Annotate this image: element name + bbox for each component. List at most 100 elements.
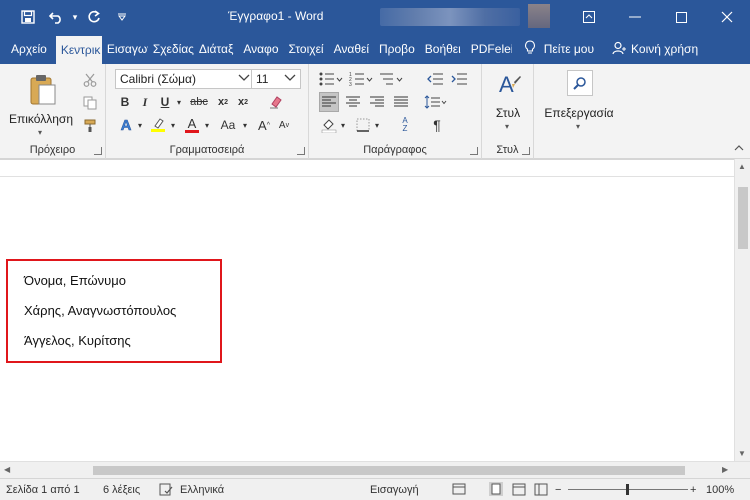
web-layout-icon[interactable] xyxy=(512,483,526,499)
font-dialog-launcher-icon[interactable] xyxy=(297,147,305,155)
customize-qat-icon[interactable] xyxy=(108,6,136,28)
underline-button[interactable]: U xyxy=(156,92,174,112)
paragraph-dialog-launcher-icon[interactable] xyxy=(470,147,478,155)
tell-me-search[interactable]: Πείτε μου xyxy=(512,34,604,64)
vertical-scroll-thumb[interactable] xyxy=(738,187,748,249)
tab-layout[interactable]: Διάταξ xyxy=(194,34,239,64)
borders-dropdown-icon[interactable]: ▾ xyxy=(372,115,382,135)
redo-icon[interactable] xyxy=(80,6,108,28)
shading-icon[interactable] xyxy=(319,115,339,135)
tab-design[interactable]: Σχεδίας xyxy=(148,34,194,64)
highlight-dropdown-icon[interactable]: ▾ xyxy=(168,115,178,135)
zoom-in-button[interactable]: + xyxy=(690,484,696,496)
superscript-button[interactable]: x2 xyxy=(234,92,252,112)
bullets-icon[interactable] xyxy=(317,69,345,89)
change-case-button[interactable]: Aa xyxy=(216,115,240,135)
language-indicator[interactable]: Ελληνικά xyxy=(180,484,224,496)
tab-view[interactable]: Προβο xyxy=(374,34,420,64)
svg-text:A: A xyxy=(499,72,514,97)
zoom-slider-thumb[interactable] xyxy=(626,484,629,495)
tab-insert[interactable]: Εισαγωγ xyxy=(102,34,148,64)
multilevel-list-icon[interactable] xyxy=(377,69,405,89)
scroll-left-icon[interactable]: ◀ xyxy=(4,465,10,474)
ribbon: Επικόλληση ▾ Πρόχειρο Calibri (Σώμα) 11 xyxy=(0,64,750,159)
horizontal-scroll-thumb[interactable] xyxy=(93,466,685,475)
numbering-icon[interactable]: 123 xyxy=(347,69,375,89)
focus-mode-icon[interactable] xyxy=(452,483,466,499)
text-effects-icon[interactable]: A xyxy=(116,115,136,135)
paste-button[interactable]: Επικόλληση ▾ xyxy=(8,70,74,138)
clipboard-group: Επικόλληση ▾ Πρόχειρο xyxy=(0,64,106,159)
bold-button[interactable]: B xyxy=(116,92,134,112)
strikethrough-button[interactable]: abc xyxy=(188,92,210,112)
window-controls xyxy=(566,0,750,34)
tab-file[interactable]: Αρχείο xyxy=(0,34,56,64)
subscript-button[interactable]: x2 xyxy=(214,92,232,112)
align-center-icon[interactable] xyxy=(343,92,363,112)
decrease-indent-icon[interactable] xyxy=(425,69,445,89)
ribbon-display-options-icon[interactable] xyxy=(566,0,612,34)
change-case-dropdown-icon[interactable]: ▾ xyxy=(240,115,250,135)
tab-review[interactable]: Αναθεί xyxy=(329,34,374,64)
clipboard-dialog-launcher-icon[interactable] xyxy=(94,147,102,155)
minimize-icon[interactable] xyxy=(612,0,658,34)
align-left-icon[interactable] xyxy=(319,92,339,112)
undo-icon[interactable] xyxy=(42,6,70,28)
copy-icon[interactable] xyxy=(80,93,100,113)
format-painter-icon[interactable] xyxy=(80,116,100,136)
tab-help[interactable]: Βοήθει xyxy=(420,34,466,64)
zoom-out-button[interactable]: − xyxy=(555,484,561,496)
underline-dropdown-icon[interactable]: ▾ xyxy=(174,92,184,112)
page-count[interactable]: Σελίδα 1 από 1 xyxy=(6,484,80,496)
increase-indent-icon[interactable] xyxy=(449,69,469,89)
show-formatting-marks-icon[interactable]: ¶ xyxy=(427,115,447,135)
line-spacing-icon[interactable] xyxy=(421,92,449,112)
italic-button[interactable]: I xyxy=(136,92,154,112)
scroll-right-icon[interactable]: ▶ xyxy=(722,465,728,474)
styles-button[interactable]: A Στυλ ▾ xyxy=(486,70,530,136)
collapse-ribbon-icon[interactable] xyxy=(734,140,744,154)
vertical-scrollbar[interactable]: ▲ ▼ xyxy=(734,159,750,461)
share-label: Κοινή χρήση xyxy=(631,42,699,56)
person-icon xyxy=(612,41,627,58)
save-icon[interactable] xyxy=(14,6,42,28)
justify-icon[interactable] xyxy=(391,92,411,112)
print-layout-icon[interactable] xyxy=(489,482,503,499)
insert-mode[interactable]: Εισαγωγή xyxy=(370,484,419,496)
zoom-level[interactable]: 100% xyxy=(706,484,734,496)
shading-dropdown-icon[interactable]: ▾ xyxy=(338,115,348,135)
tab-references[interactable]: Αναφο xyxy=(238,34,283,64)
grow-font-icon[interactable]: A ^ xyxy=(256,115,272,135)
close-icon[interactable] xyxy=(704,0,750,34)
read-mode-icon[interactable] xyxy=(534,483,548,499)
proofing-icon[interactable] xyxy=(159,483,173,499)
cut-icon[interactable] xyxy=(80,70,100,90)
maximize-icon[interactable] xyxy=(658,0,704,34)
align-right-icon[interactable] xyxy=(367,92,387,112)
scroll-up-icon[interactable]: ▲ xyxy=(738,162,746,171)
tab-mailings[interactable]: Στοιχεί xyxy=(284,34,329,64)
editing-button[interactable]: Επεξεργασία ▾ xyxy=(540,70,618,136)
paste-label: Επικόλληση xyxy=(8,112,73,126)
word-count[interactable]: 6 λέξεις xyxy=(103,484,140,496)
text-effects-dropdown-icon[interactable]: ▾ xyxy=(135,115,145,135)
font-color-dropdown-icon[interactable]: ▾ xyxy=(202,115,212,135)
shrink-font-icon[interactable]: Av xyxy=(276,115,292,135)
undo-dropdown-icon[interactable]: ▾ xyxy=(70,6,80,28)
paragraph-group-label: Παράγραφος xyxy=(363,144,427,156)
scroll-down-icon[interactable]: ▼ xyxy=(738,449,746,458)
share-button[interactable]: Κοινή χρήση xyxy=(604,34,698,64)
font-size-combo[interactable]: 11 xyxy=(251,69,301,89)
clear-formatting-icon[interactable] xyxy=(266,92,286,112)
chevron-down-icon xyxy=(238,74,250,85)
avatar[interactable] xyxy=(528,4,550,28)
font-color-icon[interactable]: A xyxy=(182,115,202,135)
styles-dialog-launcher-icon[interactable] xyxy=(522,147,530,155)
highlight-color-icon[interactable] xyxy=(148,115,168,135)
borders-icon[interactable] xyxy=(353,115,373,135)
font-name-combo[interactable]: Calibri (Σώμα) xyxy=(115,69,255,89)
horizontal-scrollbar[interactable]: ◀ ▶ xyxy=(0,461,750,478)
sort-icon[interactable]: AZ xyxy=(395,115,415,135)
tab-home[interactable]: Κεντρικ xyxy=(55,36,102,64)
tab-pdfelement[interactable]: PDFelei xyxy=(466,34,512,64)
